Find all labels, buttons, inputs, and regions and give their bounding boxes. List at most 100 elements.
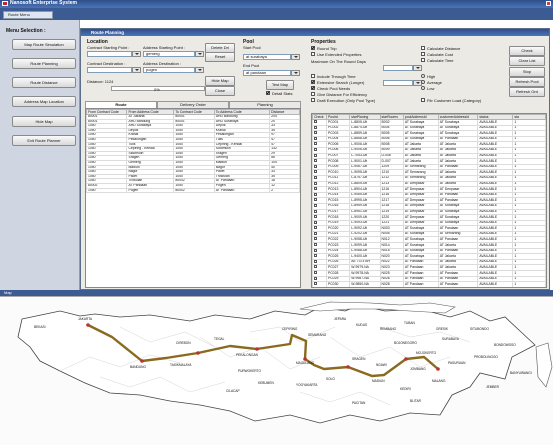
route-stop-6[interactable]	[346, 365, 350, 369]
row-checkbox[interactable]	[314, 209, 317, 213]
end-pool-input[interactable]: at pandaan	[243, 70, 291, 76]
round-trip-checkbox[interactable]	[311, 46, 315, 50]
row-checkbox[interactable]	[314, 176, 317, 179]
map-panel[interactable]: JAKARTA BEKASI BANDUNG TASIKMALAYA CIREB…	[0, 296, 553, 445]
priority-low-radio[interactable]	[421, 86, 425, 90]
filter-customer-checkbox[interactable]	[421, 98, 425, 102]
extended-properties-checkbox[interactable]	[311, 52, 315, 56]
close-button[interactable]: Close	[205, 86, 235, 96]
start-pool-dropdown-icon[interactable]	[291, 54, 300, 60]
detail-stats-checkbox[interactable]	[266, 91, 270, 95]
row-checkbox[interactable]	[314, 254, 317, 258]
route-stop-2[interactable]	[140, 359, 144, 363]
route-stop-8[interactable]	[436, 367, 440, 371]
hide-map-button[interactable]: Hide Map	[12, 116, 76, 127]
city-label: JAKARTA	[78, 317, 93, 321]
city-label: PEKALONGAN	[236, 353, 258, 357]
extensive-search-checkbox[interactable]	[311, 80, 315, 84]
route-stop-4[interactable]	[255, 347, 259, 351]
hide-map-dialog-button[interactable]: Hide Map	[205, 76, 235, 86]
table-cell: PC030	[325, 281, 351, 287]
tab-delivery-order[interactable]: Delivery Order	[157, 101, 229, 108]
exit-route-planner-button[interactable]: Exit Route Planner	[12, 135, 76, 146]
address-dest-input[interactable]: pogen	[143, 67, 195, 73]
max-round-input[interactable]	[383, 65, 413, 71]
table-row[interactable]: PC030 W-9850-NA N028 AT Pandaan AT Pandaan AV…	[312, 281, 546, 287]
contract-point-dropdown-icon[interactable]	[132, 51, 141, 57]
draft-execution-checkbox[interactable]	[311, 98, 315, 102]
calc-time-checkbox[interactable]	[421, 58, 425, 62]
row-checkbox[interactable]	[314, 221, 317, 224]
tab-planning[interactable]: Planning	[229, 101, 301, 108]
check-button[interactable]: Check	[509, 46, 545, 56]
refresh-pool-button[interactable]: Refresh Pool	[509, 77, 545, 87]
route-menu-tab[interactable]: Route Menu	[3, 11, 53, 19]
row-checkbox[interactable]	[314, 232, 317, 235]
max-round-dropdown-icon[interactable]	[413, 65, 422, 71]
end-pool-dropdown-icon[interactable]	[291, 70, 300, 76]
tab-route[interactable]: Route	[85, 101, 157, 108]
route-planning-button[interactable]: Route Planning	[12, 58, 76, 69]
stop-button[interactable]: Stop	[509, 67, 545, 77]
priority-average-radio[interactable]	[421, 80, 425, 84]
contract-dest-dropdown-icon[interactable]	[132, 67, 141, 73]
row-checkbox[interactable]	[314, 131, 317, 135]
row-checkbox[interactable]	[314, 181, 317, 185]
address-dest-dropdown-icon[interactable]	[195, 67, 204, 73]
row-checkbox[interactable]	[314, 215, 317, 219]
address-point-input[interactable]: gemerg	[143, 51, 195, 57]
row-checkbox[interactable]	[314, 237, 317, 241]
map-route-simulation-button[interactable]: Map Route Simulation	[12, 39, 76, 50]
city-label: TEGAL	[214, 337, 225, 341]
row-checkbox[interactable]	[314, 277, 317, 280]
city-label: SURABAYA	[442, 337, 459, 341]
row-checkbox[interactable]	[314, 226, 317, 230]
row-checkbox[interactable]	[314, 260, 317, 263]
calc-distance-checkbox[interactable]	[421, 46, 425, 50]
close-window-icon[interactable]	[546, 1, 551, 6]
calc-cost-checkbox[interactable]	[421, 52, 425, 56]
route-stop-3[interactable]	[196, 351, 200, 355]
route-stop-7[interactable]	[404, 357, 408, 361]
route-stop-1[interactable]	[86, 323, 90, 327]
row-checkbox[interactable]	[314, 159, 317, 163]
row-checkbox[interactable]	[314, 243, 317, 247]
route-distance-button[interactable]: Route Distance	[12, 77, 76, 88]
row-checkbox[interactable]	[314, 265, 317, 269]
test-map-button[interactable]: Test Map	[266, 80, 294, 90]
calc-cost-label: Calculate Cost	[427, 52, 454, 57]
refresh-order-button[interactable]: Refresh Ord	[509, 87, 545, 97]
start-pool-input[interactable]: at surabaya	[243, 54, 291, 60]
row-checkbox[interactable]	[314, 126, 317, 129]
row-checkbox[interactable]	[314, 153, 317, 157]
row-checkbox[interactable]	[314, 165, 317, 168]
row-checkbox[interactable]	[314, 193, 317, 196]
reset-button[interactable]: Reset	[205, 52, 235, 62]
row-checkbox[interactable]	[314, 198, 317, 202]
city-label: GRESIK	[436, 327, 449, 331]
efficiency-label: Give Distance For Efficiency	[317, 92, 368, 97]
row-checkbox[interactable]	[314, 120, 317, 123]
row-checkbox[interactable]	[314, 271, 317, 275]
priority-high-radio[interactable]	[421, 74, 425, 78]
check-pool-needs-checkbox[interactable]	[311, 86, 315, 90]
row-checkbox[interactable]	[314, 137, 317, 140]
extensive-search-input[interactable]	[383, 80, 413, 86]
table-row[interactable]: 1050 Pogen 80002 AT Pandaan 2	[86, 187, 300, 194]
contract-dest-input[interactable]	[87, 67, 132, 73]
address-point-dropdown-icon[interactable]	[195, 51, 204, 57]
efficiency-checkbox[interactable]	[311, 92, 315, 96]
row-checkbox[interactable]	[314, 249, 317, 252]
contract-point-input[interactable]	[87, 51, 132, 57]
row-checkbox[interactable]	[314, 142, 317, 146]
address-map-location-button[interactable]: Address Map Location	[12, 96, 76, 107]
clear-list-button[interactable]: Clear List	[509, 56, 545, 66]
row-checkbox[interactable]	[314, 204, 317, 207]
row-checkbox[interactable]	[314, 148, 317, 151]
row-checkbox[interactable]	[314, 187, 317, 191]
city-label: JEMBER	[486, 385, 499, 389]
row-checkbox[interactable]	[314, 170, 317, 174]
row-checkbox-cell[interactable]	[312, 281, 327, 287]
through-time-checkbox[interactable]	[311, 74, 315, 78]
row-checkbox[interactable]	[314, 282, 317, 286]
